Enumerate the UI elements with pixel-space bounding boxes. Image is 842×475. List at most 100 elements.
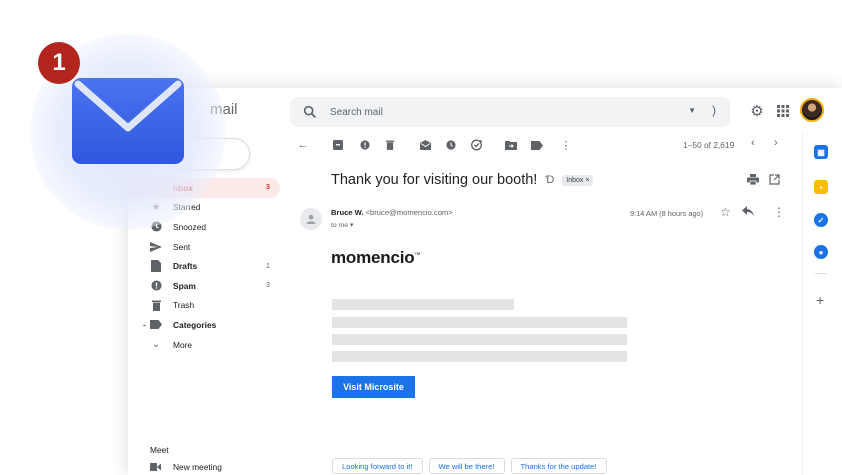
message-time: 9:14 AM (8 hours ago) (630, 209, 704, 218)
new-meeting-link[interactable]: New meeting (150, 462, 222, 472)
apps-grid-glyph (777, 105, 789, 117)
label-as-icon[interactable] (530, 138, 544, 152)
smart-reply-chip[interactable]: Looking forward to it! (332, 458, 423, 474)
smart-reply-chip[interactable]: Thanks for the update! (510, 458, 607, 474)
search-bar[interactable]: Search mail ▼ ) (290, 97, 730, 127)
smart-reply-chip[interactable]: We will be there! (428, 458, 505, 474)
collapse-icon[interactable]: - (143, 320, 146, 330)
message-subject: Thank you for visiting our booth! (331, 172, 538, 188)
help-icon[interactable]: ) (712, 103, 716, 117)
sidebar-item-label: Categories (173, 319, 217, 330)
archive-glyph (333, 140, 343, 150)
momencio-logo: momencio™ (331, 248, 420, 268)
older-page-icon[interactable]: › (774, 137, 778, 149)
video-camera-icon (150, 463, 162, 471)
back-arrow-icon[interactable]: ← (296, 138, 310, 152)
text-placeholder-line (332, 334, 627, 345)
add-task-icon[interactable] (470, 138, 484, 152)
text-placeholder-line (332, 317, 627, 328)
reply-glyph (742, 206, 754, 216)
open-in-new-window-icon[interactable] (769, 174, 780, 188)
apps-grid-icon[interactable] (774, 102, 792, 120)
contacts-icon[interactable]: ● (814, 245, 828, 259)
mark-unread-glyph (419, 140, 431, 150)
label-as-glyph (531, 140, 543, 150)
sender-name: Bruce W. (331, 208, 364, 217)
draft-icon (150, 260, 162, 273)
sidebar-item-categories[interactable]: - Categories (128, 315, 288, 335)
archive-icon[interactable] (331, 138, 345, 152)
search-input[interactable]: Search mail (330, 107, 383, 118)
spam-icon (150, 280, 162, 292)
print-icon[interactable] (747, 174, 759, 188)
newer-page-icon[interactable]: ‹ (751, 137, 755, 149)
search-icon[interactable] (302, 104, 318, 120)
search-options-icon[interactable]: ▼ (688, 106, 696, 115)
calendar-icon[interactable]: ▦ (814, 145, 828, 159)
more-vertical-icon[interactable]: ⋮ (559, 138, 573, 152)
inbox-label-chip[interactable]: Inbox × (562, 174, 594, 186)
meet-section-title: Meet (150, 445, 169, 455)
draft-glyph (151, 260, 161, 273)
gear-icon[interactable]: ⚙ (748, 102, 766, 120)
delete-glyph (386, 140, 394, 150)
get-addons-icon[interactable]: + (816, 292, 824, 308)
sidebar-item-spam[interactable]: Spam 3 (128, 276, 288, 296)
screenshot-stage: mail Search mail ▼ ) ⚙ nbox 3 ★ Starred (0, 0, 842, 475)
spam-count: 3 (266, 282, 270, 290)
side-panel-divider (815, 273, 827, 274)
star-icon[interactable]: ☆ (720, 205, 731, 219)
mark-unread-icon[interactable] (418, 138, 432, 152)
snooze-glyph (446, 140, 456, 150)
sidebar-item-drafts[interactable]: Drafts 1 (128, 256, 288, 276)
recipient-details[interactable]: to me ▾ (331, 221, 353, 229)
print-glyph (747, 174, 759, 186)
report-spam-glyph (360, 140, 370, 150)
snooze-icon[interactable] (444, 138, 458, 152)
pagination-text: 1–50 of 2,619 (683, 140, 735, 150)
smart-reply-chips: Looking forward to it! We will be there!… (332, 458, 607, 474)
sidebar-item-more[interactable]: ⌄ More (128, 335, 288, 355)
delete-icon[interactable] (383, 138, 397, 152)
send-icon (150, 241, 162, 253)
move-to-icon[interactable] (504, 138, 518, 152)
sidebar-item-label: Spam (173, 280, 196, 291)
sidebar-item-label: Snoozed (173, 221, 207, 232)
sidebar-item-label: Drafts (173, 261, 198, 272)
sidebar-item-label: Sent (173, 241, 191, 252)
label-glyph (150, 320, 162, 330)
visit-microsite-button[interactable]: Visit Microsite (332, 376, 415, 398)
unread-count: 3 (266, 184, 270, 192)
sender-avatar[interactable] (300, 208, 322, 230)
importance-marker-icon[interactable]: Ɗ (545, 174, 554, 186)
more-options-icon[interactable]: ⋮ (773, 205, 785, 219)
reply-icon[interactable] (742, 205, 754, 219)
text-placeholder-line (332, 351, 627, 362)
person-icon (306, 214, 316, 224)
move-to-glyph (505, 141, 517, 150)
sender-email: <bruce@momencio.com> (365, 208, 453, 217)
logo-tm: ™ (414, 252, 421, 259)
sender-line[interactable]: Bruce W. <bruce@momencio.com> (331, 208, 453, 217)
chevron-down-icon: ⌄ (151, 339, 161, 351)
send-glyph (150, 241, 162, 252)
account-avatar[interactable] (800, 98, 824, 122)
tasks-icon[interactable]: ✓ (814, 213, 828, 227)
trash-icon (150, 299, 162, 311)
keep-icon[interactable]: ▪ (814, 180, 828, 194)
spam-glyph (150, 280, 162, 291)
open-in-new-glyph (769, 174, 780, 185)
side-panel: ▦ ▪ ✓ ● + (802, 132, 842, 475)
sidebar-item-sent[interactable]: Sent (128, 237, 288, 257)
video-camera-glyph (150, 463, 161, 471)
drafts-count: 1 (266, 262, 270, 270)
sidebar-item-trash[interactable]: Trash (128, 296, 288, 316)
gmail-window: mail Search mail ▼ ) ⚙ nbox 3 ★ Starred (128, 88, 842, 475)
new-meeting-label: New meeting (173, 462, 222, 472)
label-icon (150, 319, 162, 331)
sidebar-item-label: More (173, 339, 193, 350)
text-placeholder-line (332, 299, 514, 310)
report-spam-icon[interactable] (358, 138, 372, 152)
trash-glyph (151, 300, 161, 311)
mail-envelope-icon (72, 78, 184, 164)
